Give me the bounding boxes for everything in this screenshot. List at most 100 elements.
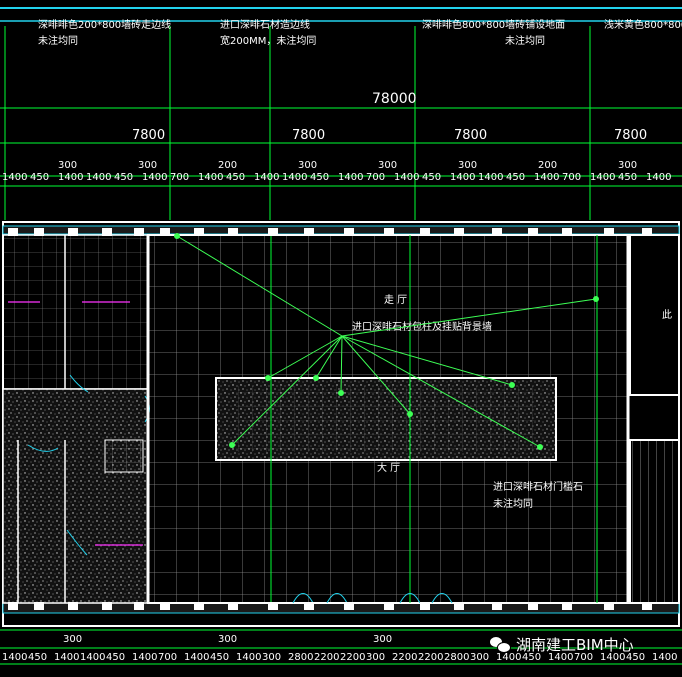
threshold-note: 进口深啡石材门槛石 bbox=[493, 480, 583, 493]
upper-dimension-4: 450 bbox=[114, 172, 133, 183]
bay-dimension-1: 7800 bbox=[132, 128, 165, 143]
upper-dimension-10: 1400 bbox=[282, 172, 307, 183]
main-hall: 走 厅 进口深啡石材包柱及挂贴背景墙 大 厅 进口深啡石材门槛石 未注均同 bbox=[146, 233, 630, 604]
column-marker-bottom-4 bbox=[134, 602, 144, 610]
column-marker-bottom-6 bbox=[194, 602, 204, 610]
lower-dimension-15: 2200 bbox=[392, 652, 417, 663]
column-marker-top-1 bbox=[34, 228, 44, 236]
column-marker-bottom-7 bbox=[228, 602, 238, 610]
column-marker-top-9 bbox=[304, 228, 314, 236]
column-marker-top-13 bbox=[454, 228, 464, 236]
column-marker-bottom-13 bbox=[454, 602, 464, 610]
column-marker-top-12 bbox=[420, 228, 430, 236]
top-note-6: 未注均同 bbox=[505, 34, 545, 47]
right-room-fragment: 此 bbox=[662, 308, 672, 321]
lower-dimension-14: 300 bbox=[366, 652, 385, 663]
lower-small-dimension-2: 300 bbox=[373, 634, 392, 645]
upper-dimension-19: 1400 bbox=[534, 172, 559, 183]
column-marker-bottom-2 bbox=[68, 602, 78, 610]
upper-small-labels: 300 300 200 300 300 300 200 300 bbox=[58, 160, 637, 171]
column-marker-top-6 bbox=[194, 228, 204, 236]
top-dimension-area: 深啡啡色200*800墙砖走边线 未注均同 进口深啡石材造边线 宽200MM，未… bbox=[0, 18, 682, 220]
lower-dimension-0: 1400 bbox=[2, 652, 27, 663]
top-note-1: 深啡啡色200*800墙砖走边线 bbox=[38, 18, 171, 31]
column-marker-top-11 bbox=[384, 228, 394, 236]
floor-plan-drawing: 深啡啡色200*800墙砖走边线 未注均同 进口深啡石材造边线 宽200MM，未… bbox=[0, 7, 682, 665]
lower-dimension-8: 450 bbox=[210, 652, 229, 663]
chat-bubbles-icon bbox=[490, 635, 511, 653]
bay-dimension-3: 7800 bbox=[454, 128, 487, 143]
top-note-7: 浅米黄色800*800 bbox=[604, 18, 682, 31]
lower-dimension-10: 300 bbox=[262, 652, 281, 663]
overall-dimension: 78000 bbox=[372, 91, 417, 107]
column-marker-bottom-1 bbox=[34, 602, 44, 610]
column-marker-top-0 bbox=[8, 228, 18, 236]
left-rooms bbox=[2, 234, 150, 604]
column-marker-top-8 bbox=[268, 228, 278, 236]
top-note-2: 未注均同 bbox=[38, 34, 78, 47]
lower-dimension-2: 1400 bbox=[54, 652, 79, 663]
lower-dimension-13: 2200 bbox=[340, 652, 365, 663]
upper-dimension-20: 700 bbox=[562, 172, 581, 183]
lower-dimension-9: 1400 bbox=[236, 652, 261, 663]
column-marker-bottom-12 bbox=[420, 602, 430, 610]
watermark: 湖南建工BIM中心 bbox=[490, 630, 670, 658]
upper-dimension-9: 1400 bbox=[254, 172, 279, 183]
upper-dimension-labels: 1400 450 1400 1400 450 1400 700 1400 450 1400 1400… bbox=[2, 172, 671, 183]
column-marker-bottom-18 bbox=[642, 602, 652, 610]
column-marker-bottom-5 bbox=[160, 602, 170, 610]
column-marker-bottom-9 bbox=[304, 602, 314, 610]
upper-small-dimension-5: 300 bbox=[458, 160, 477, 171]
top-note-5: 深啡啡色800*800墙砖铺设地面 bbox=[422, 18, 565, 31]
bay-dimension-4: 7800 bbox=[614, 128, 647, 143]
lower-dimension-17: 2800 bbox=[444, 652, 469, 663]
upper-dimension-1: 450 bbox=[30, 172, 49, 183]
column-marker-top-17 bbox=[604, 228, 614, 236]
cad-floor-plan: 深啡啡色200*800墙砖走边线 未注均同 进口深啡石材造边线 宽200MM，未… bbox=[0, 0, 682, 677]
column-marker-bottom-17 bbox=[604, 602, 614, 610]
lower-dimension-18: 300 bbox=[470, 652, 489, 663]
upper-small-dimension-3: 300 bbox=[298, 160, 317, 171]
upper-dimension-0: 1400 bbox=[2, 172, 27, 183]
lower-dimension-3: 1400 bbox=[80, 652, 105, 663]
upper-small-dimension-7: 300 bbox=[618, 160, 637, 171]
upper-small-dimension-6: 200 bbox=[538, 160, 557, 171]
column-marker-top-7 bbox=[228, 228, 238, 236]
top-note-4: 宽200MM，未注均同 bbox=[220, 34, 316, 47]
lower-dimension-11: 2800 bbox=[288, 652, 313, 663]
upper-dimension-17: 1400 bbox=[478, 172, 503, 183]
upper-dimension-8: 450 bbox=[226, 172, 245, 183]
upper-dimension-11: 450 bbox=[310, 172, 329, 183]
lower-dimension-4: 450 bbox=[106, 652, 125, 663]
watermark-text: 湖南建工BIM中心 bbox=[516, 635, 634, 654]
upper-dimension-21: 1400 bbox=[590, 172, 615, 183]
column-marker-top-5 bbox=[160, 228, 170, 236]
upper-dimension-18: 450 bbox=[506, 172, 525, 183]
upper-small-dimension-2: 200 bbox=[218, 160, 237, 171]
lower-small-dimension-1: 300 bbox=[218, 634, 237, 645]
column-marker-top-16 bbox=[562, 228, 572, 236]
column-marker-bottom-16 bbox=[562, 602, 572, 610]
upper-dimension-12: 1400 bbox=[338, 172, 363, 183]
column-marker-top-10 bbox=[344, 228, 354, 236]
column-marker-bottom-10 bbox=[344, 602, 354, 610]
upper-dimension-13: 700 bbox=[366, 172, 385, 183]
upper-dimension-23: 1400 bbox=[646, 172, 671, 183]
lower-small-dimension-0: 300 bbox=[63, 634, 82, 645]
column-marker-bottom-14 bbox=[492, 602, 502, 610]
upper-dimension-2: 1400 bbox=[58, 172, 83, 183]
column-marker-top-15 bbox=[528, 228, 538, 236]
column-marker-top-4 bbox=[134, 228, 144, 236]
upper-dimension-15: 450 bbox=[422, 172, 441, 183]
column-marker-bottom-11 bbox=[384, 602, 394, 610]
upper-dimension-6: 700 bbox=[170, 172, 189, 183]
upper-dimension-3: 1400 bbox=[86, 172, 111, 183]
lower-dimension-12: 2200 bbox=[314, 652, 339, 663]
upper-small-dimension-4: 300 bbox=[378, 160, 397, 171]
upper-dimension-22: 450 bbox=[618, 172, 637, 183]
lower-dimension-1: 450 bbox=[28, 652, 47, 663]
lower-dimension-7: 1400 bbox=[184, 652, 209, 663]
top-note-3: 进口深啡石材造边线 bbox=[220, 18, 310, 31]
upper-dimension-14: 1400 bbox=[394, 172, 419, 183]
room-label-lobby: 大 厅 bbox=[377, 461, 400, 474]
